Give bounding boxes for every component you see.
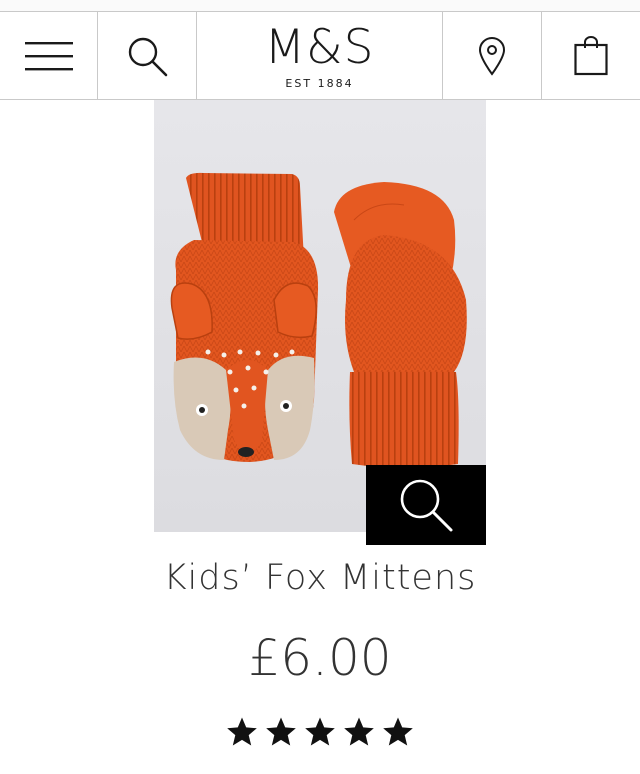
shopping-bag-button[interactable] bbox=[542, 12, 640, 99]
magnifier-icon bbox=[400, 479, 453, 532]
status-strip bbox=[0, 0, 640, 12]
store-locator-button[interactable] bbox=[443, 12, 542, 99]
logo-tagline: EST 1884 bbox=[285, 77, 354, 90]
menu-button[interactable] bbox=[0, 12, 98, 99]
search-icon bbox=[128, 37, 168, 76]
star-icon bbox=[344, 717, 374, 746]
zoom-image-button[interactable] bbox=[366, 465, 486, 545]
store-locator-icon bbox=[478, 36, 506, 76]
right-mitten bbox=[334, 182, 467, 468]
left-mitten-fox bbox=[170, 172, 319, 462]
menu-icon bbox=[24, 41, 73, 70]
search-button[interactable] bbox=[98, 12, 197, 99]
star-icon bbox=[383, 717, 413, 746]
product-title: Kids’ Fox Mittens bbox=[163, 558, 477, 598]
star-icon bbox=[266, 717, 296, 746]
site-header: M&S EST 1884 bbox=[0, 12, 640, 100]
product-price: £6.00 bbox=[248, 629, 392, 687]
star-rating[interactable] bbox=[0, 716, 640, 748]
star-icon bbox=[227, 717, 257, 746]
shopping-bag-icon bbox=[574, 35, 608, 75]
brand-logo[interactable]: M&S EST 1884 bbox=[197, 12, 443, 99]
logo-wordmark: M&S bbox=[264, 20, 375, 75]
star-icon bbox=[305, 717, 335, 746]
